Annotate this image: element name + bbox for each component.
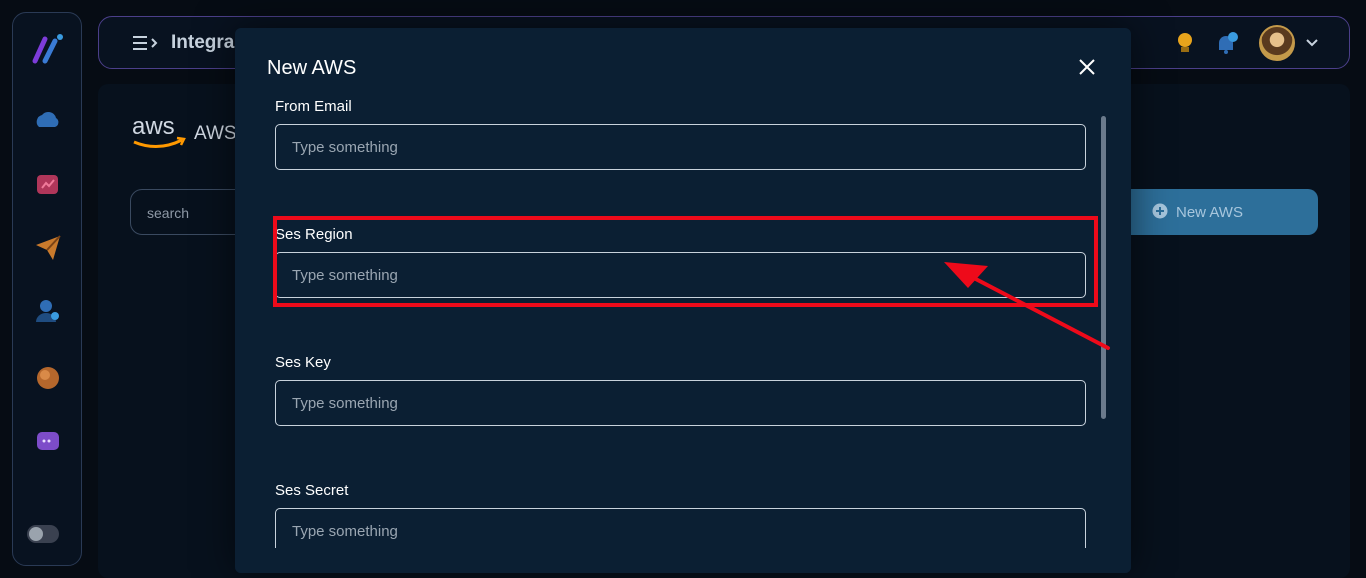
avatar[interactable] xyxy=(1259,25,1295,61)
hamburger-icon[interactable] xyxy=(131,33,159,53)
cloud-icon[interactable] xyxy=(33,105,63,135)
svg-text:aws: aws xyxy=(132,113,175,140)
chart-icon[interactable] xyxy=(33,169,63,199)
ses-secret-label: Ses Secret xyxy=(275,482,349,499)
app-logo[interactable] xyxy=(29,29,69,69)
from-email-label: From Email xyxy=(275,98,352,115)
plus-circle-icon xyxy=(1152,203,1168,219)
aws-logo-icon: aws xyxy=(132,113,186,148)
toggle-knob xyxy=(29,527,43,541)
sidebar xyxy=(12,12,82,566)
bell-icon[interactable] xyxy=(1213,30,1241,56)
bulb-icon[interactable] xyxy=(1173,30,1197,56)
chat-icon[interactable] xyxy=(33,427,63,457)
new-aws-button-label: New AWS xyxy=(1176,204,1243,221)
annotation-arrow-icon xyxy=(944,262,1110,350)
chevron-down-icon[interactable] xyxy=(1305,37,1319,49)
ses-secret-field[interactable] xyxy=(275,508,1086,548)
theme-toggle[interactable] xyxy=(27,525,59,543)
modal-footer xyxy=(235,548,1131,573)
circle-icon[interactable] xyxy=(33,363,63,393)
ses-key-label: Ses Key xyxy=(275,354,331,371)
new-aws-button[interactable]: New AWS xyxy=(1100,189,1318,235)
close-icon[interactable] xyxy=(1078,58,1096,76)
modal-title: New AWS xyxy=(267,57,357,79)
send-icon[interactable] xyxy=(33,233,63,263)
ses-key-field[interactable] xyxy=(275,380,1086,426)
from-email-field[interactable] xyxy=(275,124,1086,170)
user-icon[interactable] xyxy=(33,296,63,326)
aws-label: AWS xyxy=(194,123,237,144)
page-title: Integra xyxy=(171,32,235,53)
